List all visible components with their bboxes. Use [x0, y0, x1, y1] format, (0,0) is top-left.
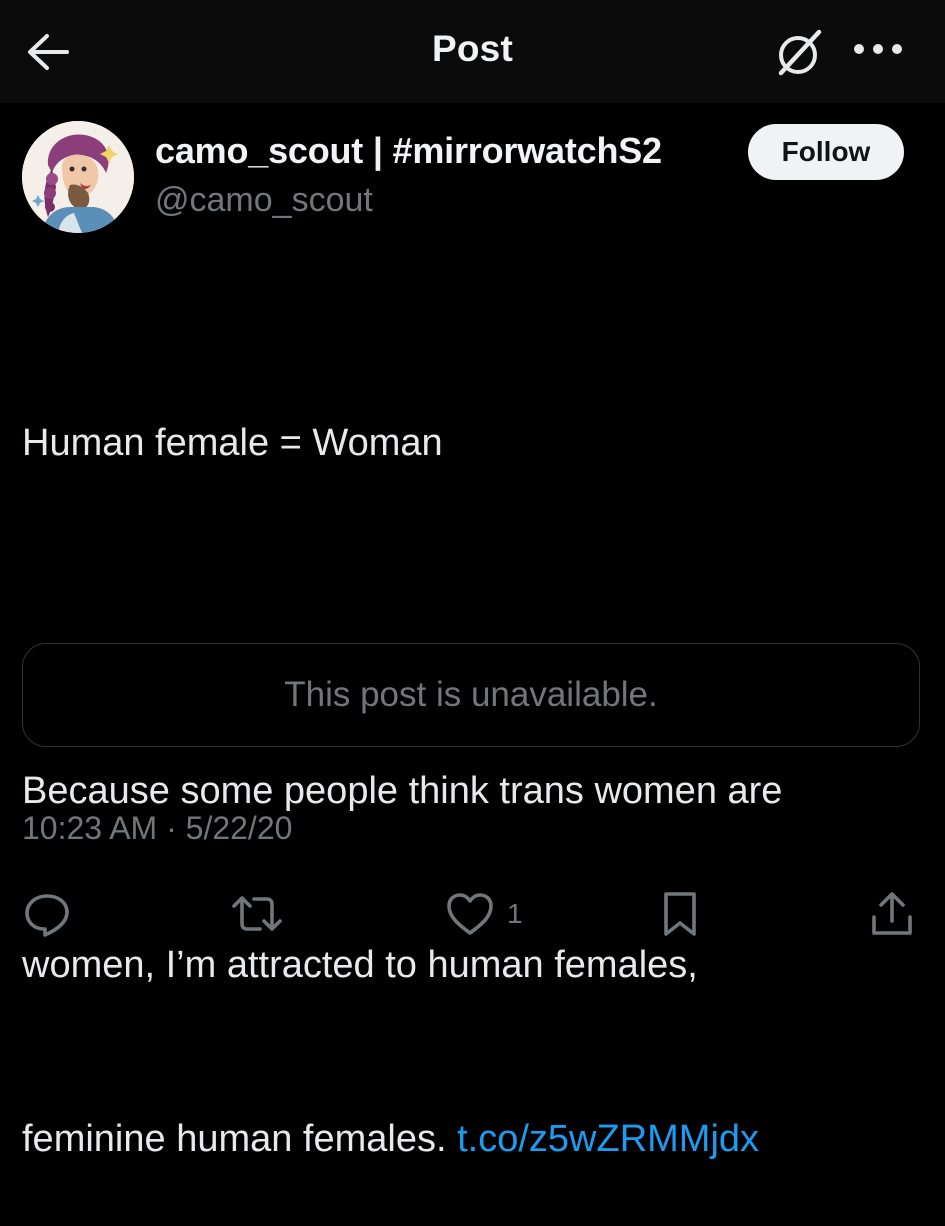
avatar-illustration	[22, 121, 134, 233]
repost-button[interactable]	[228, 884, 286, 944]
avatar[interactable]	[22, 121, 134, 233]
grok-button[interactable]	[770, 24, 828, 82]
reply-icon	[25, 894, 69, 937]
unavailable-quote-card: This post is unavailable.	[22, 643, 920, 747]
grok-icon	[778, 29, 822, 76]
reply-button[interactable]	[22, 884, 72, 944]
display-name[interactable]: camo_scout | #mirrorwatchS2	[155, 130, 662, 172]
post-text-line: women, I’m attracted to human females,	[22, 944, 698, 986]
bookmark-icon	[664, 892, 696, 936]
post-text-blank-line	[22, 588, 922, 646]
like-count: 1	[507, 898, 523, 929]
share-icon	[872, 892, 912, 935]
more-horizontal-icon	[854, 44, 902, 54]
post-text-segment: feminine human females.	[22, 1118, 458, 1160]
post-text: Human female = Woman Because some people…	[22, 298, 922, 1226]
post-link[interactable]: t.co/z5wZRMMjdx	[457, 1118, 759, 1160]
user-handle[interactable]: @camo_scout	[155, 181, 373, 220]
follow-button[interactable]: Follow	[748, 124, 904, 180]
heart-icon	[447, 893, 493, 935]
more-button[interactable]	[848, 24, 908, 74]
share-button[interactable]	[868, 884, 916, 944]
post-timestamp[interactable]: 10:23 AM · 5/22/20	[22, 810, 292, 847]
bookmark-button[interactable]	[660, 884, 700, 944]
top-bar: Post	[0, 0, 945, 103]
post-text-line-with-link: feminine human females. t.co/z5wZRMMjdx	[22, 1110, 922, 1168]
repost-icon	[232, 896, 282, 931]
post-text-line: Human female = Woman	[22, 422, 443, 464]
unavailable-message: This post is unavailable.	[284, 675, 658, 714]
like-button[interactable]: 1	[445, 884, 523, 944]
